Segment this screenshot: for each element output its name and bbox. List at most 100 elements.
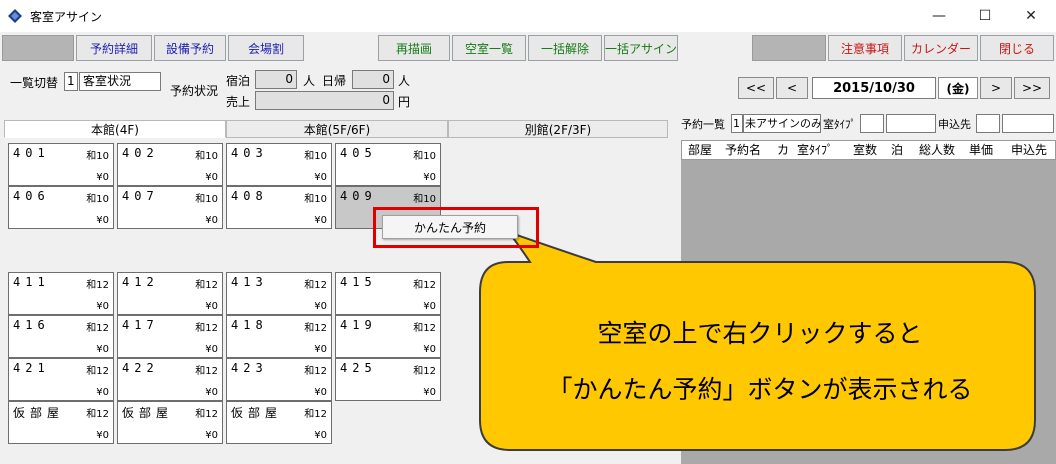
room-cell[interactable]: 421 和12 ¥0 [8, 358, 114, 401]
room-cell[interactable]: 仮部屋 和12 ¥0 [226, 401, 332, 444]
reservation-list-header: 部屋 予約名 カ 室ﾀｲﾌﾟ 室数 泊 総人数 単価 申込先 [681, 140, 1056, 160]
room-cell[interactable]: 仮部屋 和12 ¥0 [117, 401, 223, 444]
room-number: 415 [340, 275, 377, 289]
notes-button[interactable]: 注意事項 [828, 35, 902, 61]
room-number: 422 [122, 361, 159, 375]
room-cell[interactable]: 403 和10 ¥0 [226, 143, 332, 186]
title-bar: 客室アサイン — ☐ ✕ [0, 0, 1056, 32]
close-window-button[interactable]: ✕ [1008, 0, 1054, 32]
room-cell[interactable]: 415 和12 ¥0 [335, 272, 441, 315]
room-price: ¥0 [96, 430, 109, 441]
room-type: 和10 [304, 194, 327, 205]
room-cell[interactable]: 419 和12 ¥0 [335, 315, 441, 358]
room-number: 401 [13, 146, 50, 160]
first-date-button[interactable]: << [738, 77, 774, 99]
bulk-release-button[interactable]: 一括解除 [528, 35, 602, 61]
tab-main-4f[interactable]: 本館(4F) [4, 120, 226, 138]
room-cell[interactable]: 405 和10 ¥0 [335, 143, 441, 186]
reservation-list-body[interactable] [681, 160, 1056, 464]
room-cell[interactable]: 417 和12 ¥0 [117, 315, 223, 358]
room-cell[interactable]: 401 和10 ¥0 [8, 143, 114, 186]
room-number: 417 [122, 318, 159, 332]
app-diamond-icon [8, 9, 22, 23]
room-grid: 401 和10 ¥0 402 和10 ¥0 403 和10 ¥0 405 和10 ¥0 406 和10 ¥0… [4, 138, 668, 464]
room-number: 405 [340, 146, 377, 160]
applicant-label: 申込先 [938, 118, 971, 131]
quick-reservation-menu-item[interactable]: かんたん予約 [383, 216, 517, 238]
room-type: 和10 [413, 194, 436, 205]
room-number: 421 [13, 361, 50, 375]
room-price: ¥0 [96, 172, 109, 183]
room-type: 和12 [86, 409, 109, 420]
date-field[interactable]: 2015/10/30 [812, 77, 936, 99]
room-type: 和12 [86, 323, 109, 334]
room-cell[interactable]: 411 和12 ¥0 [8, 272, 114, 315]
toolbar: 予約詳細 設備予約 会場割 再描画 空室一覧 一括解除 一括アサイン 注意事項 … [0, 32, 1056, 64]
list-switch-number[interactable]: 1 [64, 72, 78, 91]
room-price: ¥0 [314, 344, 327, 355]
column-header-room-count: 室数 [853, 143, 878, 157]
close-button[interactable]: 閉じる [980, 35, 1054, 61]
bulk-assign-button[interactable]: 一括アサイン [604, 35, 678, 61]
vacancy-list-button[interactable]: 空室一覧 [452, 35, 526, 61]
room-type: 和10 [86, 151, 109, 162]
room-type: 和12 [413, 280, 436, 291]
room-type-name-field[interactable] [886, 114, 936, 133]
room-number: 406 [13, 189, 50, 203]
room-cell[interactable]: 408 和10 ¥0 [226, 186, 332, 229]
room-number: 412 [122, 275, 159, 289]
room-type: 和10 [86, 194, 109, 205]
column-header-unit-price: 単価 [969, 143, 994, 157]
column-header-nights: 泊 [891, 143, 904, 157]
reservation-list-label: 予約一覧 [681, 118, 725, 131]
applicant-name-field[interactable] [1002, 114, 1054, 133]
minimize-button[interactable]: — [916, 0, 962, 32]
last-date-button[interactable]: >> [1014, 77, 1050, 99]
room-number: 402 [122, 146, 159, 160]
room-price: ¥0 [205, 301, 218, 312]
next-date-button[interactable]: > [980, 77, 1012, 99]
room-price: ¥0 [423, 344, 436, 355]
room-cell[interactable]: 407 和10 ¥0 [117, 186, 223, 229]
room-price: ¥0 [423, 172, 436, 183]
tab-annex-2f-3f[interactable]: 別館(2F/3F) [448, 120, 668, 138]
applicant-code-field[interactable] [976, 114, 1000, 133]
room-number: 407 [122, 189, 159, 203]
room-type-code-field[interactable] [860, 114, 884, 133]
column-header-kana: カ [777, 143, 790, 157]
prev-date-button[interactable]: < [776, 77, 808, 99]
room-cell[interactable]: 418 和12 ¥0 [226, 315, 332, 358]
redraw-button[interactable]: 再描画 [378, 35, 450, 61]
venue-allocation-button[interactable]: 会場割 [228, 35, 304, 61]
column-header-total-guests: 総人数 [919, 143, 956, 157]
room-cell[interactable]: 425 和12 ¥0 [335, 358, 441, 401]
room-type: 和10 [195, 194, 218, 205]
room-price: ¥0 [96, 344, 109, 355]
room-cell[interactable]: 412 和12 ¥0 [117, 272, 223, 315]
equipment-booking-button[interactable]: 設備予約 [154, 35, 226, 61]
room-price: ¥0 [205, 172, 218, 183]
yen-unit: 円 [398, 95, 411, 109]
room-type: 和10 [304, 151, 327, 162]
room-price: ¥0 [314, 172, 327, 183]
list-switch-label: 一覧切替 [10, 76, 59, 90]
room-cell[interactable]: 406 和10 ¥0 [8, 186, 114, 229]
reservation-detail-button[interactable]: 予約詳細 [76, 35, 152, 61]
room-type: 和12 [195, 366, 218, 377]
context-menu: かんたん予約 [382, 215, 518, 239]
room-cell[interactable]: 仮部屋 和12 ¥0 [8, 401, 114, 444]
stay-label: 宿泊 [226, 74, 251, 88]
room-cell[interactable]: 413 和12 ¥0 [226, 272, 332, 315]
reservation-list-filter[interactable]: 未アサインのみ [743, 114, 821, 133]
list-switch-select[interactable]: 客室状況 [79, 72, 161, 91]
toolbar-blank-right [752, 35, 826, 61]
maximize-button[interactable]: ☐ [962, 0, 1008, 32]
room-price: ¥0 [205, 215, 218, 226]
room-cell[interactable]: 402 和10 ¥0 [117, 143, 223, 186]
tab-main-5f-6f[interactable]: 本館(5F/6F) [226, 120, 448, 138]
room-cell[interactable]: 416 和12 ¥0 [8, 315, 114, 358]
room-cell[interactable]: 422 和12 ¥0 [117, 358, 223, 401]
room-cell[interactable]: 423 和12 ¥0 [226, 358, 332, 401]
reservation-list-number[interactable]: 1 [731, 114, 743, 133]
calendar-button[interactable]: カレンダー [904, 35, 978, 61]
